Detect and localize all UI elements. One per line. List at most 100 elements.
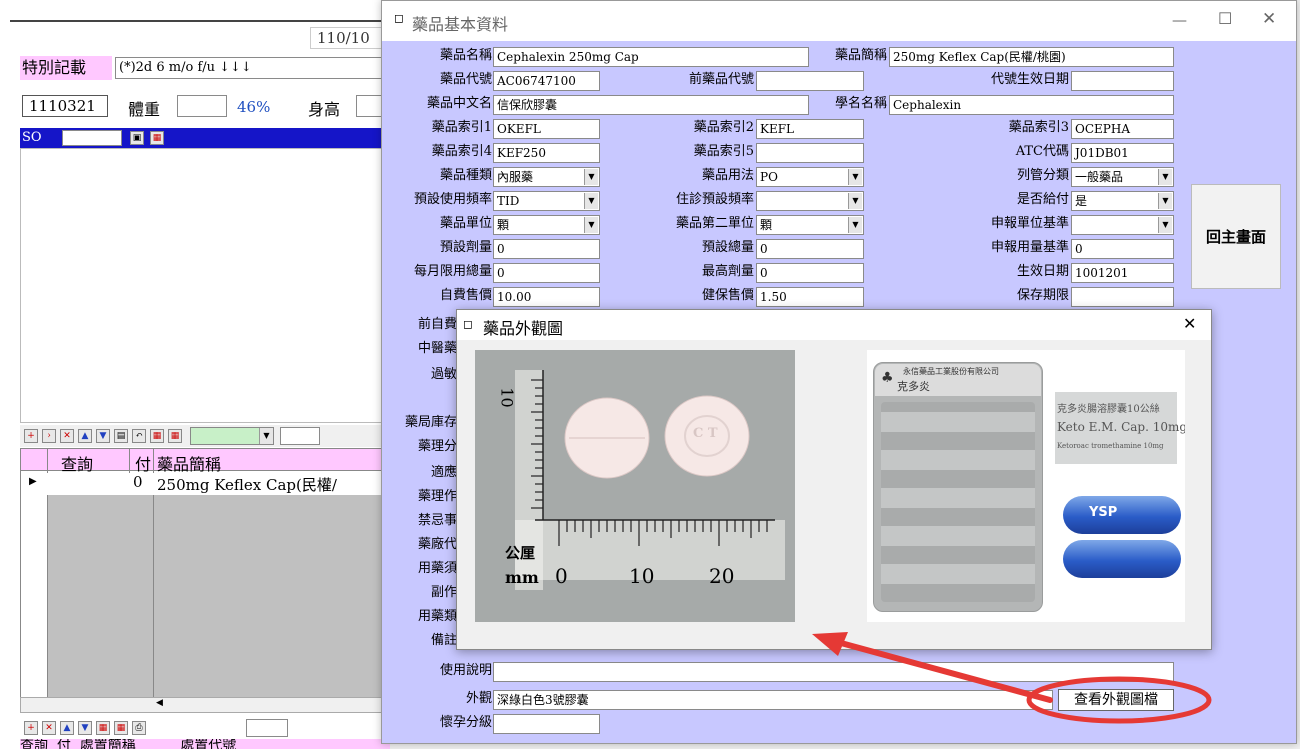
drug-name-field[interactable]: Cephalexin 250mg Cap [493,47,809,67]
dose-field[interactable]: 0 [493,239,600,259]
ruler-unit: mm [505,568,539,587]
grid-filter-input[interactable] [280,427,320,445]
self-price-field[interactable]: 10.00 [493,287,600,307]
pill-imprint: C T [693,426,718,441]
unit-select[interactable]: 顆 ▼ [493,215,600,235]
index1-field[interactable]: OKEFL [493,119,600,139]
pregnancy-field[interactable] [493,714,600,734]
grid-icon[interactable]: ▦ [150,131,164,145]
total-field[interactable]: 0 [756,239,864,259]
effective-label: 生效日期 [1016,264,1069,279]
weight-field[interactable] [177,95,227,117]
window-icon: ◻ [394,11,404,25]
logo-icon: ♣ [881,370,894,386]
bottom-add-icon[interactable]: + [24,721,38,735]
bottom-table-icon[interactable]: ▦ [96,721,110,735]
appearance-field[interactable]: 深綠白色3號膠囊 [493,690,1053,710]
partial-label-9: 藥廠代 [417,537,457,552]
horizontal-scrollbar[interactable]: ◀ [20,697,390,713]
scroll-left-icon[interactable]: ◀ [156,698,163,708]
partial-label-11: 副作 [430,585,457,600]
instructions-field[interactable] [493,662,1174,682]
row-pointer-icon: ▶ [29,476,37,487]
prev-code-field[interactable] [756,71,864,91]
chinese-name-field[interactable]: 信保欣膠囊 [493,95,809,115]
so-text-area[interactable] [20,148,390,423]
atc-label: ATC代碼 [1015,144,1069,159]
freq-select[interactable]: TID ▼ [493,191,600,211]
back-to-main-button[interactable]: 回主畫面 [1191,184,1281,289]
unit2-select[interactable]: 顆 ▼ [756,215,864,235]
inpatient-freq-select[interactable]: ▼ [756,191,864,211]
index3-field[interactable]: OCEPHA [1071,119,1174,139]
grid-selection-gray [48,495,153,700]
next-icon[interactable]: › [42,429,56,443]
code-date-field[interactable] [1071,71,1174,91]
partial-label-5: 藥理分 [417,439,457,454]
bottom-down-icon[interactable]: ▼ [78,721,92,735]
nhi-price-field[interactable]: 1.50 [756,287,864,307]
bottom-table-edit-icon[interactable]: ▦ [114,721,128,735]
max-dose-field[interactable]: 0 [756,263,864,283]
table-edit-icon[interactable]: ▦ [168,429,182,443]
save-icon[interactable]: ▣ [130,131,144,145]
bottom-up-icon[interactable]: ▲ [60,721,74,735]
add-icon[interactable]: + [24,429,38,443]
up-icon[interactable]: ▲ [78,429,92,443]
green-combo[interactable]: ▼ [190,427,274,445]
atc-field[interactable]: J01DB01 [1071,143,1174,163]
payable-select[interactable]: 是 ▼ [1071,191,1174,211]
monthly-field[interactable]: 0 [493,263,600,283]
index2-field[interactable]: KEFL [756,119,864,139]
down-icon[interactable]: ▼ [96,429,110,443]
report-amount-field[interactable]: 0 [1071,239,1174,259]
report-unit-select[interactable]: ▼ [1071,215,1174,235]
report-unit-label: 申報單位基準 [990,216,1069,231]
close-button[interactable]: ✕ [1262,9,1276,29]
drug-code-field[interactable]: AC06747100 [493,71,600,91]
grid-header-query[interactable]: 查詢 [61,451,93,475]
unit-value: 顆 [497,218,510,232]
view-image-button[interactable]: 查看外觀圖檔 [1058,689,1174,711]
drug-name-label: 藥品名稱 [439,48,492,63]
delete-icon[interactable]: ✕ [60,429,74,443]
drug-usage-select[interactable]: PO ▼ [756,167,864,187]
visit-date[interactable]: 1110321 [22,95,108,117]
appearance-label: 外觀 [465,691,492,706]
shelf-field[interactable] [1071,287,1174,307]
partial-label-6: 適應 [430,465,457,480]
index4-label: 藥品索引4 [431,144,492,159]
bottom-delete-icon[interactable]: ✕ [42,721,56,735]
self-price-label: 自費售價 [439,288,492,303]
image-dialog-close-button[interactable]: ✕ [1183,314,1196,333]
control-select[interactable]: 一般藥品 ▼ [1071,167,1174,187]
minimize-button[interactable]: — [1172,11,1187,29]
chevron-down-icon: ▼ [584,169,598,185]
chevron-down-icon: ▼ [584,217,598,233]
list-icon[interactable]: ▤ [114,429,128,443]
bottom-input[interactable] [246,719,288,737]
row-name: 250mg Keflex Cap(民權/ [157,476,337,494]
drug-type-select[interactable]: 內服藥 ▼ [493,167,600,187]
short-name-field[interactable]: 250mg Keflex Cap(民權/桃園) [889,47,1174,67]
grid-header-name[interactable]: 藥品簡稱 [157,451,221,475]
pack-box-sub: Ketoroac tromethamine 10mg [1057,442,1164,450]
background-window: 110/10 特別記載 (*)2d 6 m/o f/u ↓↓↓ 1110321 … [0,0,391,749]
drug-grid: 查詢 付 藥品簡稱 ▶ 0 250mg Keflex Cap(民權/ [20,448,391,704]
grid-header-pay[interactable]: 付 [135,451,151,475]
maximize-button[interactable]: ☐ [1218,9,1232,28]
payable-label: 是否給付 [1016,192,1069,207]
table-row[interactable]: ▶ 0 250mg Keflex Cap(民權/ [21,473,391,495]
effective-field[interactable]: 1001201 [1071,263,1174,283]
generic-name-field[interactable]: Cephalexin [889,95,1174,115]
undo-icon[interactable]: ↶ [132,429,146,443]
index4-field[interactable]: KEF250 [493,143,600,163]
table-icon[interactable]: ▦ [150,429,164,443]
bottom-print-icon[interactable]: ⎙ [132,721,146,735]
capsule-text: YSP [1089,505,1118,520]
so-input[interactable] [62,130,122,146]
special-note-field[interactable]: (*)2d 6 m/o f/u ↓↓↓ [115,57,390,79]
index5-field[interactable] [756,143,864,163]
short-name-label: 藥品簡稱 [834,48,887,63]
pill-photo: 10 C T 公厘 mm 0 10 20 [475,350,795,622]
